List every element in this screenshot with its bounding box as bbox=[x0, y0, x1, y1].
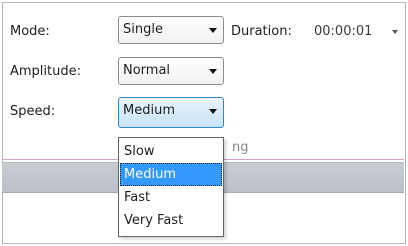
speed-option-slow[interactable]: Slow bbox=[120, 140, 222, 163]
speed-value: Medium bbox=[123, 103, 175, 118]
mode-value: Single bbox=[123, 22, 163, 37]
speed-option-very-fast[interactable]: Very Fast bbox=[120, 209, 222, 232]
speed-dropdown-list: Slow Medium Fast Very Fast bbox=[118, 137, 224, 237]
speed-label: Speed: bbox=[10, 104, 56, 119]
mode-label: Mode: bbox=[10, 24, 50, 39]
background-text: ng bbox=[232, 140, 249, 155]
duration-value[interactable]: 00:00:01 bbox=[314, 24, 372, 40]
amplitude-value: Normal bbox=[123, 63, 171, 78]
chevron-down-icon bbox=[209, 28, 217, 33]
duration-chevron-down-icon[interactable] bbox=[392, 30, 398, 34]
chevron-down-icon bbox=[209, 69, 217, 74]
speed-option-fast[interactable]: Fast bbox=[120, 186, 222, 209]
speed-combobox[interactable]: Medium bbox=[118, 97, 224, 128]
chevron-down-icon bbox=[209, 109, 217, 114]
duration-label: Duration: bbox=[231, 24, 292, 39]
amplitude-combobox[interactable]: Normal bbox=[118, 57, 224, 85]
amplitude-label: Amplitude: bbox=[10, 64, 81, 79]
speed-option-medium[interactable]: Medium bbox=[120, 163, 222, 186]
mode-combobox[interactable]: Single bbox=[118, 16, 224, 44]
